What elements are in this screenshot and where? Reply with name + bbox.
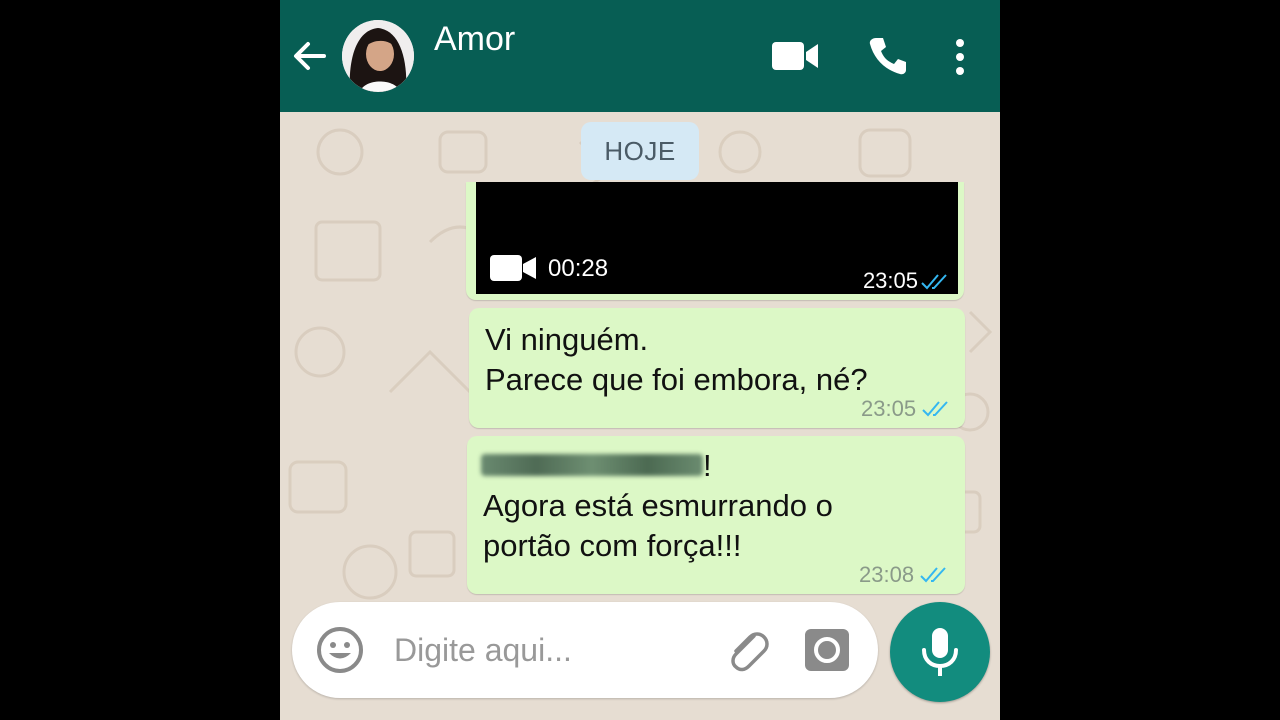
double-check-icon xyxy=(922,401,948,417)
message-time: 23:05 xyxy=(861,396,917,421)
attach-icon[interactable] xyxy=(724,626,772,674)
text-message-bubble[interactable]: Vi ninguém. Parece que foi embora, né? 2… xyxy=(469,308,965,428)
back-arrow-icon[interactable] xyxy=(292,38,328,74)
message-time: 23:08 xyxy=(859,562,915,587)
mic-icon xyxy=(922,628,958,676)
message-input[interactable]: Digite aqui... xyxy=(394,632,572,669)
video-thumbnail[interactable]: 00:28 23:05 xyxy=(476,182,958,294)
date-separator: HOJE xyxy=(581,122,699,180)
message-composer[interactable]: Digite aqui... xyxy=(292,602,878,698)
message-text-suffix: ! xyxy=(703,448,712,483)
video-call-icon[interactable] xyxy=(772,40,820,72)
video-duration: 00:28 xyxy=(548,255,609,282)
message-text-line: Parece que foi embora, né? xyxy=(485,362,868,397)
video-message-bubble[interactable]: 00:28 23:05 xyxy=(466,182,964,300)
redacted-text xyxy=(481,454,703,476)
more-vert-icon[interactable] xyxy=(954,38,966,76)
double-check-icon xyxy=(920,567,946,583)
double-check-icon xyxy=(921,274,947,290)
video-camera-icon xyxy=(490,255,536,281)
emoji-icon[interactable] xyxy=(316,626,364,674)
contact-name[interactable]: Amor xyxy=(434,20,515,59)
chat-header: Amor xyxy=(280,0,1000,112)
phone-icon[interactable] xyxy=(868,36,908,76)
message-text-line: Agora está esmurrando o xyxy=(483,488,833,523)
message-text-line: portão com força!!! xyxy=(483,528,742,563)
chat-screen: Amor HOJE 00:28 23:05 Vi ninguém. Parece xyxy=(280,0,1000,720)
message-time: 23:05 xyxy=(862,268,918,293)
mic-button[interactable] xyxy=(890,602,990,702)
camera-icon[interactable] xyxy=(804,628,850,672)
contact-avatar[interactable] xyxy=(342,20,414,92)
message-text-line: Vi ninguém. xyxy=(485,322,649,357)
text-message-bubble[interactable]: ! Agora está esmurrando o portão com for… xyxy=(467,436,965,594)
